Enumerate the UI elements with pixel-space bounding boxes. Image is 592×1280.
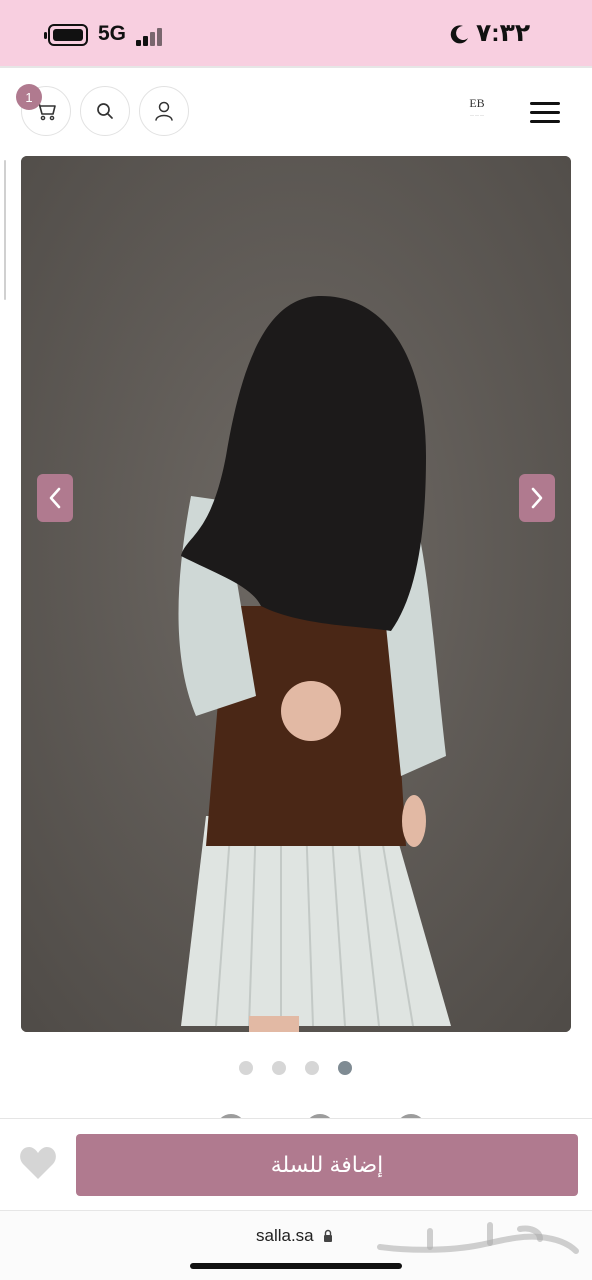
next-image-button[interactable] (519, 474, 555, 522)
gallery-pagination (0, 1061, 592, 1077)
add-to-cart-button[interactable]: إضافة للسلة (76, 1134, 578, 1196)
previous-image-button[interactable] (37, 474, 73, 522)
lock-icon (324, 1229, 332, 1242)
status-bar: 5G ٧:٣٢ (0, 0, 592, 66)
pagination-dot[interactable] (239, 1061, 253, 1075)
moon-icon (450, 25, 468, 44)
haraj-watermark (377, 1222, 579, 1254)
site-header: 1 EB — — — (0, 66, 592, 156)
store-logo[interactable]: EB — — — (460, 96, 494, 124)
search-button[interactable] (80, 86, 130, 136)
scroll-indicator (4, 160, 6, 300)
account-button[interactable] (139, 86, 189, 136)
menu-icon (530, 102, 560, 105)
chevron-right-icon (531, 487, 543, 509)
clock: ٧:٣٢ (476, 19, 531, 47)
network-type: 5G (98, 22, 127, 45)
pagination-dot[interactable] (305, 1061, 319, 1075)
buy-bar: إضافة للسلة (0, 1118, 592, 1210)
product-image[interactable] (21, 156, 571, 1032)
browser-address-bar[interactable]: salla.sa (0, 1210, 592, 1280)
search-icon (97, 103, 113, 119)
url-text: salla.sa (256, 1226, 314, 1245)
product-photo (21, 156, 571, 1032)
signal-icon (136, 26, 166, 46)
chevron-left-icon (49, 487, 61, 509)
pagination-dot-active[interactable] (338, 1061, 352, 1075)
wishlist-heart-icon[interactable] (18, 1145, 58, 1181)
cart-count-badge: 1 (16, 84, 42, 110)
pagination-dot[interactable] (272, 1061, 286, 1075)
home-indicator[interactable] (190, 1263, 402, 1269)
user-icon (155, 101, 173, 121)
menu-button[interactable] (530, 100, 562, 126)
battery-icon (44, 24, 88, 46)
